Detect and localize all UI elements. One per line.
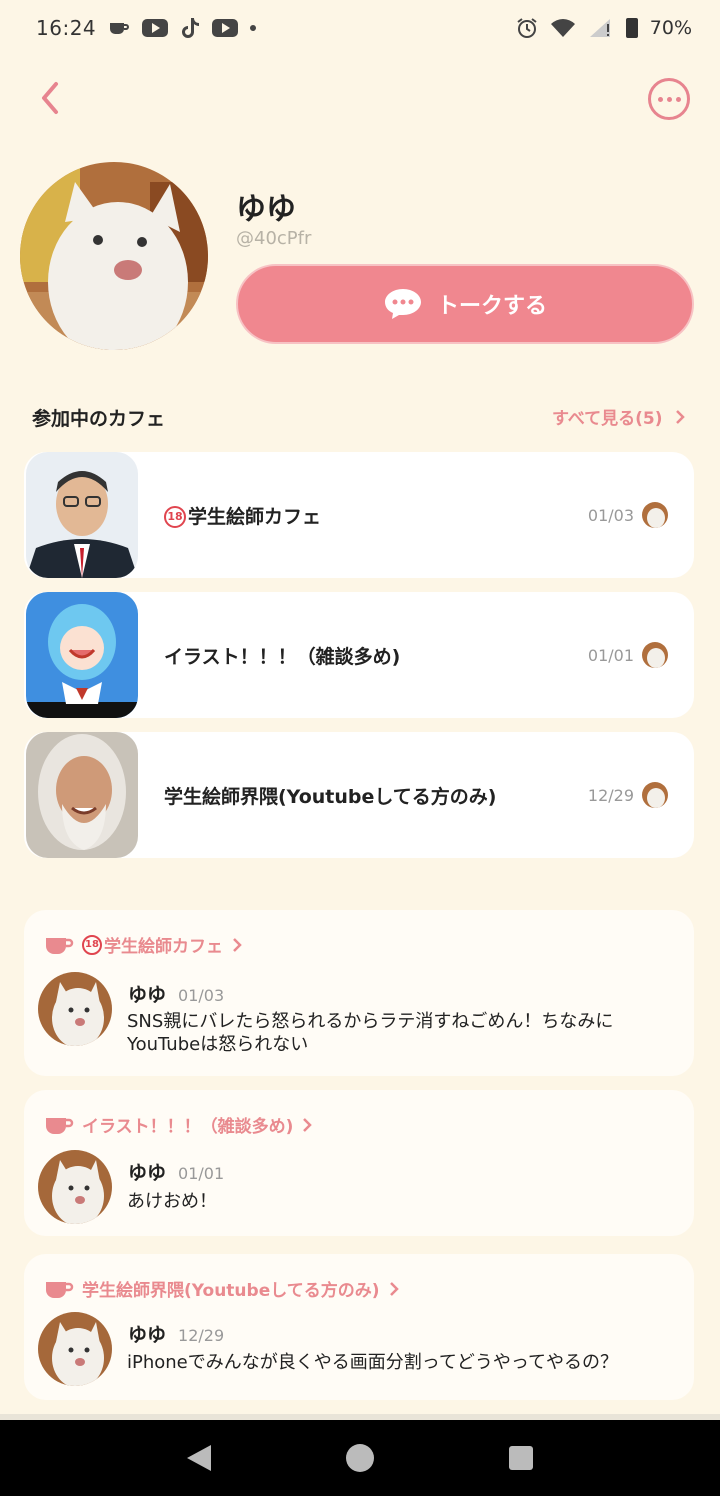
cafe-item[interactable]: イラスト！！！（雑談多め) 01/01 — [24, 592, 694, 718]
status-time: 16:24 — [36, 16, 97, 40]
cafe-date: 01/01 — [587, 645, 634, 665]
post-author: ゆゆ 01/03 — [128, 984, 225, 1006]
wifi-icon — [550, 18, 576, 38]
cafe-cup-icon — [46, 937, 74, 954]
see-all-label: すべて見る(5) — [552, 409, 663, 429]
see-all-link[interactable]: すべて見る(5) — [552, 404, 685, 429]
post-date: 12/29 — [178, 1326, 225, 1345]
post-cafe-link[interactable]: 18 学生絵師カフェ — [44, 932, 243, 957]
post-author: ゆゆ 01/01 — [128, 1162, 225, 1184]
section-title-cafes: 参加中のカフェ — [32, 408, 166, 430]
cafe-thumbnail — [26, 452, 138, 578]
avatar[interactable] — [38, 1150, 112, 1224]
chevron-right-icon — [675, 409, 685, 424]
avatar[interactable] — [38, 972, 112, 1046]
cafe-cup-icon — [46, 1117, 74, 1134]
chevron-left-icon — [42, 82, 58, 114]
system-nav-bar — [0, 1420, 720, 1496]
post-cafe-name: 学生絵師界隈(Youtubeしてる方のみ) — [82, 1281, 380, 1301]
battery-icon — [625, 18, 638, 38]
nav-back-icon[interactable] — [187, 1445, 212, 1471]
youtube-icon — [212, 19, 239, 37]
post-text: SNS親にバレたら怒られるからラテ消すねごめん！ちなみにYouTubeは怒られな… — [127, 1011, 614, 1055]
cafe-name: 学生絵師界隈(Youtubeしてる方のみ) — [164, 785, 497, 808]
cafe-thumbnail — [26, 732, 138, 858]
chat-bubble-icon — [384, 289, 421, 319]
member-avatar — [642, 782, 668, 808]
cafe-date: 12/29 — [587, 785, 634, 805]
post-date: 01/01 — [178, 1164, 225, 1183]
post-card[interactable]: イラスト！！！（雑談多め) ゆゆ 01/01 あけおめ！ — [24, 1090, 694, 1236]
profile-avatar[interactable] — [20, 162, 208, 350]
more-icon-dot — [675, 96, 681, 102]
nav-recents-icon[interactable] — [508, 1446, 533, 1470]
youtube-icon — [142, 19, 169, 37]
profile-user-id: @40cPfr — [236, 228, 312, 249]
post-card[interactable]: 18 学生絵師カフェ ゆゆ 01/03 SNS親にバレたら怒られるからラテ消すねご… — [24, 910, 694, 1076]
chevron-right-icon — [233, 937, 242, 952]
post-cafe-name: 学生絵師カフェ — [104, 937, 223, 957]
profile-name: ゆゆ — [236, 192, 296, 227]
cafe-date: 01/03 — [587, 505, 634, 525]
post-text: あけおめ！ — [127, 1191, 217, 1212]
cafe-name: イラスト！！！（雑談多め) — [164, 645, 401, 668]
cafe-item[interactable]: 学生絵師界隈(Youtubeしてる方のみ) 12/29 — [24, 732, 694, 858]
more-icon-dot — [666, 96, 672, 102]
r18-badge: 18 — [82, 934, 102, 955]
talk-button[interactable]: トークする — [236, 264, 694, 344]
avatar[interactable] — [38, 1312, 112, 1386]
battery-percentage: 70% — [649, 17, 692, 39]
cafe-name: 18 学生絵師カフェ — [164, 502, 588, 529]
post-card[interactable]: 学生絵師界隈(Youtubeしてる方のみ) ゆゆ 12/29 iPhoneでみんな… — [24, 1254, 694, 1400]
cafe-cup-icon — [46, 1281, 74, 1298]
post-cafe-name: イラスト！！！（雑談多め) — [82, 1117, 294, 1137]
cafe-thumbnail — [26, 592, 138, 718]
member-avatar — [642, 502, 668, 528]
chevron-right-icon — [303, 1117, 313, 1132]
more-button[interactable] — [648, 78, 690, 120]
post-text: iPhoneでみんなが良くやる画面分割ってどうやってやるの？ — [127, 1352, 618, 1373]
dot-icon — [250, 25, 257, 31]
post-date: 01/03 — [178, 986, 225, 1005]
talk-button-label: トークする — [436, 294, 547, 319]
alarm-icon — [516, 17, 538, 39]
post-cafe-link[interactable]: 学生絵師界隈(Youtubeしてる方のみ) — [44, 1276, 400, 1301]
nav-home-icon[interactable] — [345, 1444, 374, 1472]
tiktok-icon — [180, 17, 200, 39]
more-icon-dot — [657, 96, 663, 102]
status-bar: 16:24 70% — [0, 0, 720, 56]
cafe-item[interactable]: 18 学生絵師カフェ 01/03 — [24, 452, 694, 578]
cafe-icon — [108, 20, 130, 36]
back-button[interactable] — [34, 78, 70, 118]
post-cafe-link[interactable]: イラスト！！！（雑談多め) — [44, 1112, 313, 1137]
r18-badge: 18 — [164, 506, 186, 528]
chevron-right-icon — [389, 1281, 399, 1296]
member-avatar — [642, 642, 668, 668]
post-author: ゆゆ 12/29 — [128, 1324, 225, 1346]
signal-icon — [588, 18, 614, 38]
